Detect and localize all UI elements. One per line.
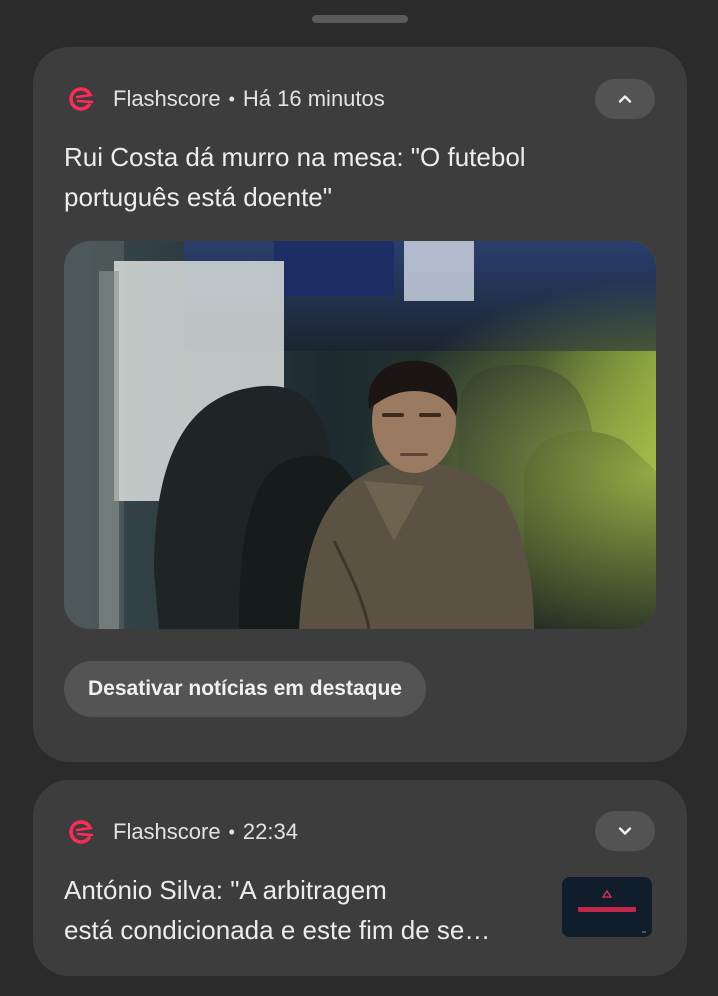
chevron-down-icon xyxy=(618,827,632,835)
flashscore-logo-icon xyxy=(67,818,95,846)
notification-headline: Rui Costa dá murro na mesa: "O futebol p… xyxy=(64,137,624,217)
separator-dot: • xyxy=(228,88,235,109)
news-photo[interactable] xyxy=(64,241,656,629)
app-name: Flashscore xyxy=(113,86,221,111)
flashscore-logo-icon xyxy=(67,85,95,113)
collapse-button[interactable] xyxy=(595,79,655,119)
notification-headline: António Silva: "A arbitragem está condic… xyxy=(64,870,534,950)
headline-line: Rui Costa dá murro na mesa: "O futebol xyxy=(64,142,526,172)
notification-time: 22:34 xyxy=(242,819,298,844)
notification-header: Flashscore • Há 16 minutos xyxy=(67,83,385,115)
headline-line: português está doente" xyxy=(64,182,332,212)
news-thumbnail[interactable] xyxy=(562,877,652,937)
notification-card[interactable]: Flashscore • Há 16 minutos Rui Costa dá … xyxy=(33,47,687,762)
headline-line: António Silva: "A arbitragem xyxy=(64,875,387,905)
notification-time: Há 16 minutos xyxy=(242,86,385,111)
notification-header: Flashscore • 22:34 xyxy=(67,816,298,848)
chevron-up-icon xyxy=(618,95,632,103)
notification-card[interactable]: Flashscore • 22:34 António Silva: "A arb… xyxy=(33,780,687,976)
disable-featured-news-button[interactable]: Desativar notícias em destaque xyxy=(64,661,426,717)
headline-line: está condicionada e este fim de se… xyxy=(64,915,491,945)
notification-shade-handle[interactable] xyxy=(312,15,408,23)
expand-button[interactable] xyxy=(595,811,655,851)
app-name: Flashscore xyxy=(113,819,221,844)
separator-dot: • xyxy=(228,821,235,842)
